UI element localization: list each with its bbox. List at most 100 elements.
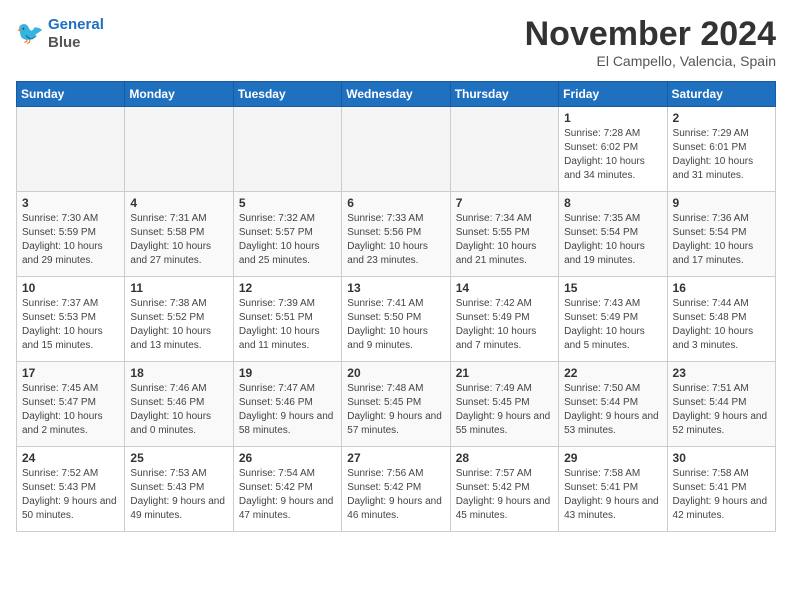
- day-number: 11: [130, 281, 227, 295]
- calendar-cell: 5 Sunrise: 7:32 AMSunset: 5:57 PMDaylight…: [233, 192, 341, 277]
- day-info: Sunrise: 7:44 AMSunset: 5:48 PMDaylight:…: [673, 297, 770, 353]
- calendar-cell: 20 Sunrise: 7:48 AMSunset: 5:45 PMDayligh…: [342, 362, 450, 447]
- day-number: 21: [456, 366, 553, 380]
- day-number: 25: [130, 451, 227, 465]
- day-number: 18: [130, 366, 227, 380]
- calendar-week-row: 10 Sunrise: 7:37 AMSunset: 5:53 PMDayligh…: [17, 277, 776, 362]
- calendar-cell: 3Sunrise: 7:30 AMSunset: 5:59 PMDaylight…: [17, 192, 125, 277]
- weekday-header-cell: Sunday: [17, 82, 125, 107]
- calendar-week-row: 24Sunrise: 7:52 AMSunset: 5:43 PMDayligh…: [17, 447, 776, 532]
- day-info: Sunrise: 7:39 AMSunset: 5:51 PMDaylight:…: [239, 297, 336, 353]
- calendar-cell: [17, 107, 125, 192]
- day-info: Sunrise: 7:58 AMSunset: 5:41 PMDaylight:…: [673, 467, 770, 523]
- day-info: Sunrise: 7:49 AMSunset: 5:45 PMDaylight:…: [456, 382, 553, 438]
- day-number: 1: [564, 111, 661, 125]
- day-number: 28: [456, 451, 553, 465]
- calendar-cell: 15 Sunrise: 7:43 AMSunset: 5:49 PMDayligh…: [559, 277, 667, 362]
- day-info: Sunrise: 7:46 AMSunset: 5:46 PMDaylight:…: [130, 382, 227, 438]
- day-info: Sunrise: 7:41 AMSunset: 5:50 PMDaylight:…: [347, 297, 444, 353]
- day-number: 2: [673, 111, 770, 125]
- calendar-cell: 30 Sunrise: 7:58 AMSunset: 5:41 PMDayligh…: [667, 447, 775, 532]
- day-info: Sunrise: 7:35 AMSunset: 5:54 PMDaylight:…: [564, 212, 661, 268]
- calendar-body: 1 Sunrise: 7:28 AMSunset: 6:02 PMDaylight…: [17, 107, 776, 532]
- calendar-cell: 14 Sunrise: 7:42 AMSunset: 5:49 PMDayligh…: [450, 277, 558, 362]
- day-info: Sunrise: 7:47 AMSunset: 5:46 PMDaylight:…: [239, 382, 336, 438]
- calendar-cell: 1 Sunrise: 7:28 AMSunset: 6:02 PMDaylight…: [559, 107, 667, 192]
- day-info: Sunrise: 7:56 AMSunset: 5:42 PMDaylight:…: [347, 467, 444, 523]
- logo-text: General Blue: [48, 16, 104, 52]
- day-number: 26: [239, 451, 336, 465]
- calendar-cell: [342, 107, 450, 192]
- location-title: El Campello, Valencia, Spain: [525, 53, 776, 69]
- day-info: Sunrise: 7:28 AMSunset: 6:02 PMDaylight:…: [564, 127, 661, 183]
- day-info: Sunrise: 7:37 AMSunset: 5:53 PMDaylight:…: [22, 297, 119, 353]
- weekday-header-cell: Tuesday: [233, 82, 341, 107]
- day-info: Sunrise: 7:31 AMSunset: 5:58 PMDaylight:…: [130, 212, 227, 268]
- calendar-cell: 28 Sunrise: 7:57 AMSunset: 5:42 PMDayligh…: [450, 447, 558, 532]
- day-number: 6: [347, 196, 444, 210]
- day-number: 20: [347, 366, 444, 380]
- month-title: November 2024: [525, 16, 776, 53]
- calendar-table: SundayMondayTuesdayWednesdayThursdayFrid…: [16, 81, 776, 532]
- calendar-cell: 12 Sunrise: 7:39 AMSunset: 5:51 PMDayligh…: [233, 277, 341, 362]
- day-number: 17: [22, 366, 119, 380]
- calendar-cell: [125, 107, 233, 192]
- calendar-week-row: 1 Sunrise: 7:28 AMSunset: 6:02 PMDaylight…: [17, 107, 776, 192]
- title-area: November 2024 El Campello, Valencia, Spa…: [525, 16, 776, 69]
- calendar-cell: 10 Sunrise: 7:37 AMSunset: 5:53 PMDayligh…: [17, 277, 125, 362]
- calendar-cell: 16 Sunrise: 7:44 AMSunset: 5:48 PMDayligh…: [667, 277, 775, 362]
- logo: 🐦 General Blue: [16, 16, 104, 52]
- weekday-header-row: SundayMondayTuesdayWednesdayThursdayFrid…: [17, 82, 776, 107]
- day-info: Sunrise: 7:34 AMSunset: 5:55 PMDaylight:…: [456, 212, 553, 268]
- day-info: Sunrise: 7:33 AMSunset: 5:56 PMDaylight:…: [347, 212, 444, 268]
- calendar-cell: 25 Sunrise: 7:53 AMSunset: 5:43 PMDayligh…: [125, 447, 233, 532]
- calendar-cell: 21 Sunrise: 7:49 AMSunset: 5:45 PMDayligh…: [450, 362, 558, 447]
- calendar-cell: 13Sunrise: 7:41 AMSunset: 5:50 PMDayligh…: [342, 277, 450, 362]
- day-number: 27: [347, 451, 444, 465]
- calendar-cell: 9Sunrise: 7:36 AMSunset: 5:54 PMDaylight…: [667, 192, 775, 277]
- day-info: Sunrise: 7:45 AMSunset: 5:47 PMDaylight:…: [22, 382, 119, 438]
- day-number: 12: [239, 281, 336, 295]
- weekday-header-cell: Monday: [125, 82, 233, 107]
- day-info: Sunrise: 7:53 AMSunset: 5:43 PMDaylight:…: [130, 467, 227, 523]
- day-number: 30: [673, 451, 770, 465]
- calendar-cell: 17 Sunrise: 7:45 AMSunset: 5:47 PMDayligh…: [17, 362, 125, 447]
- page-header: 🐦 General Blue November 2024 El Campello…: [16, 16, 776, 69]
- calendar-cell: 27 Sunrise: 7:56 AMSunset: 5:42 PMDayligh…: [342, 447, 450, 532]
- calendar-cell: 6 Sunrise: 7:33 AMSunset: 5:56 PMDaylight…: [342, 192, 450, 277]
- calendar-cell: [233, 107, 341, 192]
- day-info: Sunrise: 7:52 AMSunset: 5:43 PMDaylight:…: [22, 467, 119, 523]
- calendar-cell: 4 Sunrise: 7:31 AMSunset: 5:58 PMDaylight…: [125, 192, 233, 277]
- calendar-cell: 19Sunrise: 7:47 AMSunset: 5:46 PMDayligh…: [233, 362, 341, 447]
- calendar-cell: 18 Sunrise: 7:46 AMSunset: 5:46 PMDayligh…: [125, 362, 233, 447]
- calendar-cell: 8Sunrise: 7:35 AMSunset: 5:54 PMDaylight…: [559, 192, 667, 277]
- day-number: 14: [456, 281, 553, 295]
- calendar-week-row: 17 Sunrise: 7:45 AMSunset: 5:47 PMDayligh…: [17, 362, 776, 447]
- day-info: Sunrise: 7:42 AMSunset: 5:49 PMDaylight:…: [456, 297, 553, 353]
- day-number: 3: [22, 196, 119, 210]
- calendar-week-row: 3Sunrise: 7:30 AMSunset: 5:59 PMDaylight…: [17, 192, 776, 277]
- day-info: Sunrise: 7:48 AMSunset: 5:45 PMDaylight:…: [347, 382, 444, 438]
- calendar-cell: 22Sunrise: 7:50 AMSunset: 5:44 PMDayligh…: [559, 362, 667, 447]
- day-info: Sunrise: 7:57 AMSunset: 5:42 PMDaylight:…: [456, 467, 553, 523]
- weekday-header-cell: Saturday: [667, 82, 775, 107]
- day-number: 4: [130, 196, 227, 210]
- day-number: 15: [564, 281, 661, 295]
- day-info: Sunrise: 7:58 AMSunset: 5:41 PMDaylight:…: [564, 467, 661, 523]
- calendar-cell: 23Sunrise: 7:51 AMSunset: 5:44 PMDayligh…: [667, 362, 775, 447]
- calendar-cell: 11Sunrise: 7:38 AMSunset: 5:52 PMDayligh…: [125, 277, 233, 362]
- weekday-header-cell: Wednesday: [342, 82, 450, 107]
- day-number: 10: [22, 281, 119, 295]
- day-info: Sunrise: 7:43 AMSunset: 5:49 PMDaylight:…: [564, 297, 661, 353]
- day-number: 16: [673, 281, 770, 295]
- calendar-cell: 26Sunrise: 7:54 AMSunset: 5:42 PMDayligh…: [233, 447, 341, 532]
- day-number: 22: [564, 366, 661, 380]
- day-number: 7: [456, 196, 553, 210]
- day-info: Sunrise: 7:29 AMSunset: 6:01 PMDaylight:…: [673, 127, 770, 183]
- logo-icon: 🐦: [16, 20, 44, 48]
- calendar-cell: 24Sunrise: 7:52 AMSunset: 5:43 PMDayligh…: [17, 447, 125, 532]
- day-info: Sunrise: 7:32 AMSunset: 5:57 PMDaylight:…: [239, 212, 336, 268]
- day-number: 5: [239, 196, 336, 210]
- day-info: Sunrise: 7:51 AMSunset: 5:44 PMDaylight:…: [673, 382, 770, 438]
- day-number: 9: [673, 196, 770, 210]
